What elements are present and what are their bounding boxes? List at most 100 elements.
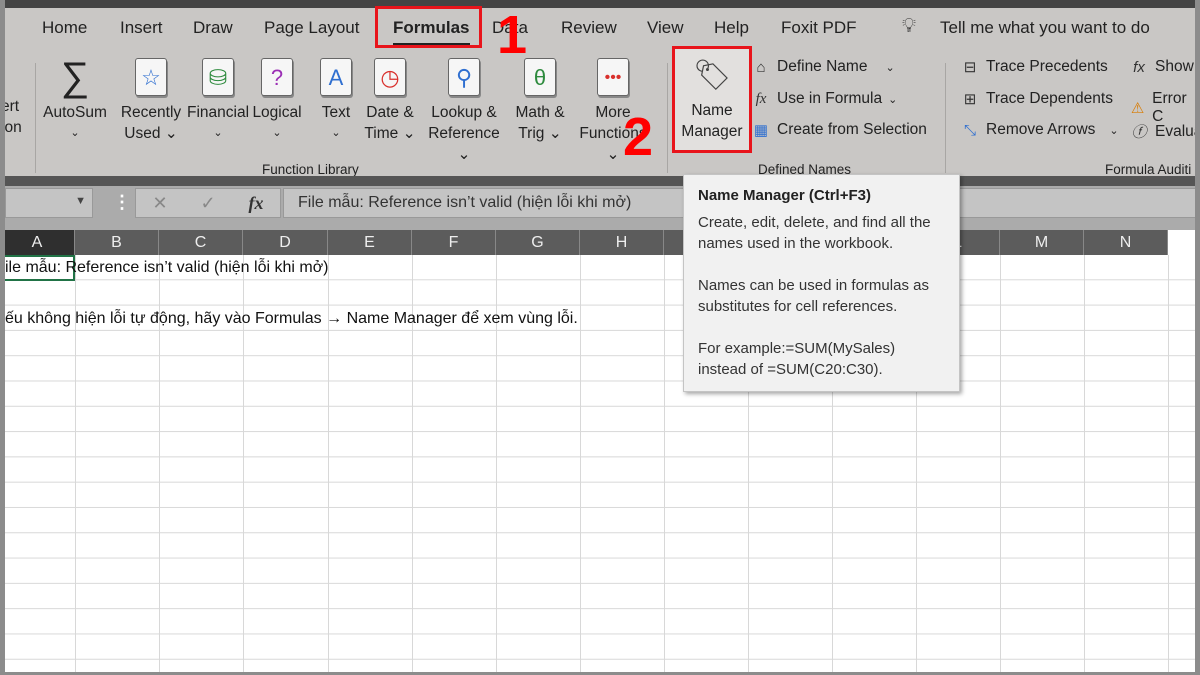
logical-chevron: ⌄ [272,127,282,139]
table-tag-icon: ▦ [753,122,769,139]
date-time-button[interactable]: ◷ Date & Time ⌄ [360,58,420,144]
highlight-name-manager [672,46,752,153]
text-button[interactable]: A Text ⌄ [310,58,362,144]
column-header-m[interactable]: M [1000,230,1084,255]
column-gridline [580,255,581,672]
formula-buttons: ✕ ✓ fx [135,188,281,218]
theta-icon: θ [524,58,556,96]
cancel-icon[interactable]: ✕ [152,193,167,214]
column-header-f[interactable]: F [412,230,496,255]
tab-help[interactable]: Help [714,18,749,38]
tag-icon: ⌂ [756,58,766,76]
show-formulas-icon: fx [1133,58,1145,76]
column-header-b[interactable]: B [75,230,159,255]
trace-precedents-label: Trace Precedents [986,58,1108,75]
question-icon: ? [261,58,293,96]
show-formulas-label: Show [1155,58,1194,75]
remove-arrows-icon: ⤡ [963,121,976,139]
math-label-2: Trig ⌄ [518,125,562,142]
lookup-reference-button[interactable]: ⚲ Lookup & Reference ⌄ [420,58,508,165]
sigma-icon: ∑ [60,54,90,99]
cell-a1[interactable]: ile mẫu: Reference isn’t valid (hiện lỗi… [5,259,329,277]
column-header-a[interactable]: A [5,230,75,255]
excel-window: Home Insert Draw Page Layout Formulas Da… [5,0,1195,672]
column-gridline [1168,255,1169,672]
title-bar [5,0,1195,8]
autosum-chevron: ⌄ [70,127,80,139]
tab-home[interactable]: Home [42,18,87,38]
text-label: Text [321,104,351,121]
clock-icon: ◷ [374,58,406,96]
more-options-icon[interactable]: ⋮ [113,192,131,213]
date-time-label: Date & [366,104,414,121]
coins-icon: ⛁ [202,58,234,96]
magnifier-icon: ⚲ [448,58,480,96]
tooltip-description: Create, edit, delete, and find all the n… [698,214,931,252]
date-time-label-2: Time ⌄ [364,125,416,142]
trace-precedents-icon: ⊟ [963,59,977,76]
remove-arrows-button[interactable]: ⤡ Remove Arrows ⌄ [960,121,1119,139]
recently-used-label-2: Used ⌄ [124,125,178,142]
autosum-label: AutoSum [43,104,107,121]
trace-dependents-button[interactable]: ⊞ Trace Dependents [960,90,1113,108]
more-dots-icon: ••• [597,58,629,96]
tab-page-layout[interactable]: Page Layout [264,18,359,38]
remove-arrows-label: Remove Arrows [986,121,1096,138]
tab-draw[interactable]: Draw [193,18,233,38]
column-gridline [1084,255,1085,672]
column-header-g[interactable]: G [496,230,580,255]
tab-view[interactable]: View [647,18,684,38]
ribbon-separator [5,176,1195,186]
create-from-selection-button[interactable]: ▦ Create from Selection [751,121,927,139]
function-library-label: Function Library [262,162,359,177]
recently-used-label: Recently [120,104,182,121]
logical-label: Logical [252,104,302,121]
lightbulb-icon: 💡︎ [902,15,916,37]
tell-me-search[interactable]: Tell me what you want to do [940,18,1150,38]
tooltip-example: For example:=SUM(MySales) [698,340,896,357]
recently-used-button[interactable]: ☆ Recently Used ⌄ [113,58,189,144]
warning-icon: ⚠ [1130,100,1145,117]
formula-bar: ▼ ⋮ ✕ ✓ fx File mẫu: Reference isn’t val… [5,186,1195,230]
insert-function-label-1: ert [5,98,20,115]
define-name-button[interactable]: ⌂ Define Name ⌄ [751,58,894,76]
lookup-label: Lookup & [431,104,497,121]
trace-dependents-label: Trace Dependents [986,90,1113,107]
evaluate-icon: ⓕ [1131,124,1147,141]
column-header-d[interactable]: D [243,230,328,255]
column-header-c[interactable]: C [159,230,243,255]
logical-button[interactable]: ? Logical ⌄ [245,58,309,144]
column-gridline [1000,255,1001,672]
column-header-n[interactable]: N [1084,230,1168,255]
text-chevron: ⌄ [331,127,341,139]
autosum-button[interactable]: ∑ AutoSum ⌄ [43,54,107,144]
formula-auditing-label: Formula Auditi [1105,162,1192,177]
trace-dependents-icon: ⊞ [963,91,977,108]
insert-function-label-2: ion [5,119,22,136]
trace-precedents-button[interactable]: ⊟ Trace Precedents [960,58,1108,76]
insert-function-icon[interactable]: fx [249,193,264,214]
name-manager-tooltip: Name Manager (Ctrl+F3) Create, edit, del… [683,174,960,392]
column-header-h[interactable]: H [580,230,664,255]
evaluate-formula-button[interactable]: ⓕ Evalua [1129,121,1195,142]
tab-foxit-pdf[interactable]: Foxit PDF [781,18,857,38]
text-a-icon: A [320,58,352,96]
enter-check-icon[interactable]: ✓ [201,193,216,214]
show-formulas-button[interactable]: fx Show [1129,58,1194,76]
cell-a3[interactable]: ếu không hiện lỗi tự động, hãy vào Formu… [5,310,578,328]
evaluate-label: Evalua [1155,122,1195,140]
dropdown-icon: ▼ [75,195,86,207]
tooltip-example-2: instead of =SUM(C20:C30). [698,361,883,378]
use-in-formula-button[interactable]: fx Use in Formula ⌄ [751,90,898,108]
column-header-e[interactable]: E [328,230,412,255]
tab-review[interactable]: Review [561,18,617,38]
math-trig-button[interactable]: θ Math & Trig ⌄ [508,58,572,144]
define-name-label: Define Name [777,58,868,75]
use-in-formula-label: Use in Formula [777,90,883,107]
insert-function-button[interactable]: ert ion [5,96,22,138]
name-box[interactable]: ▼ [5,188,93,218]
tab-insert[interactable]: Insert [120,18,163,38]
ribbon: Home Insert Draw Page Layout Formulas Da… [5,5,1195,177]
step-1-label: 1 [497,5,528,65]
fx-tag-icon: fx [755,90,767,107]
